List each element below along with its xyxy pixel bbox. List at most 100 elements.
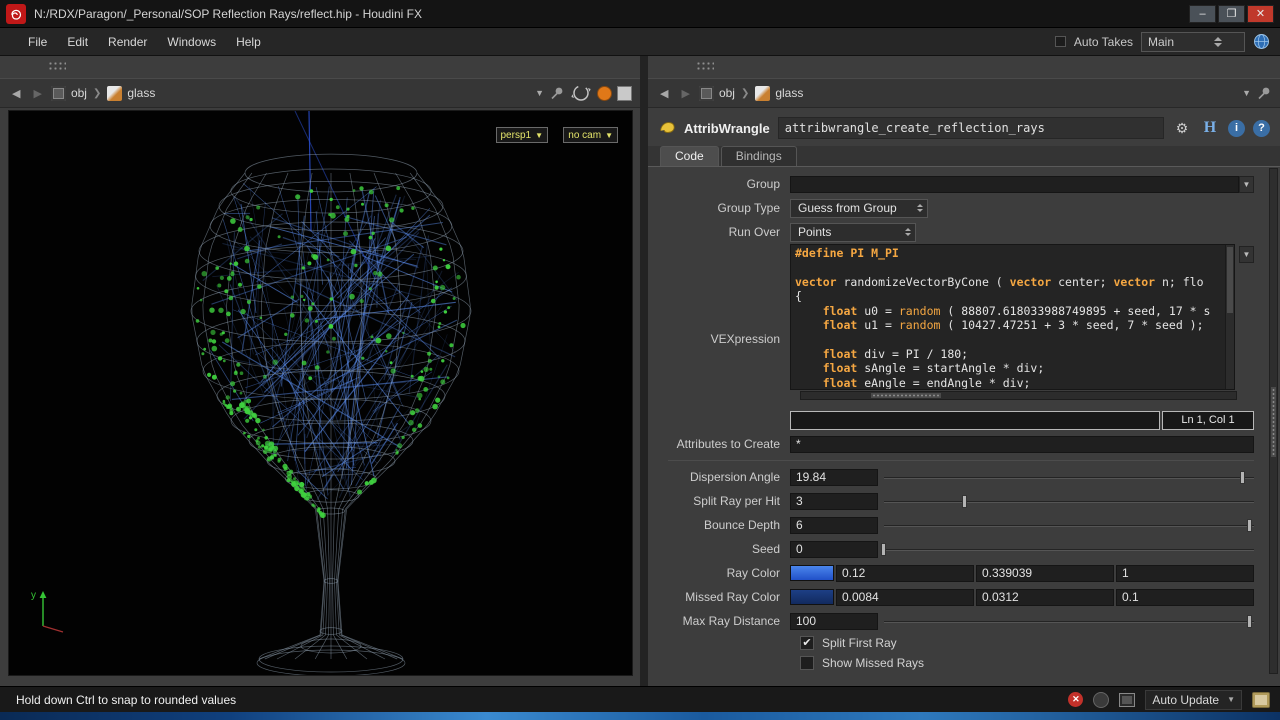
display-flag-icon[interactable] bbox=[617, 85, 632, 101]
vexpression-editor[interactable]: #define PI M_PI vector randomizeVectorBy… bbox=[790, 244, 1235, 390]
maximize-button[interactable]: ❐ bbox=[1218, 4, 1245, 23]
camera-orbit-icon[interactable] bbox=[570, 82, 592, 104]
bounce-depth-label: Bounce Depth bbox=[703, 518, 780, 532]
ray-color-r-input[interactable]: 0.12 bbox=[836, 564, 974, 582]
missed-ray-color-swatch[interactable] bbox=[790, 589, 834, 605]
obj-network-icon bbox=[50, 85, 66, 101]
slider-handle[interactable] bbox=[1247, 518, 1253, 532]
resource-monitor-icon[interactable] bbox=[1252, 691, 1270, 708]
breadcrumb-obj[interactable]: obj bbox=[71, 86, 87, 100]
bounce-depth-input[interactable]: 6 bbox=[790, 516, 878, 534]
wine-glass-wireframe: .wire { fill:none; stroke:#93a4b5; strok… bbox=[190, 111, 472, 675]
3d-viewport[interactable]: .wire { fill:none; stroke:#93a4b5; strok… bbox=[8, 110, 633, 676]
split-first-ray-checkbox[interactable]: ✔ bbox=[800, 636, 814, 650]
seed-label: Seed bbox=[751, 542, 780, 556]
camera-menu[interactable]: persp1 ▼ bbox=[495, 127, 548, 143]
menu-render[interactable]: Render bbox=[98, 31, 157, 53]
error-badge-icon[interactable]: ✕ bbox=[1068, 692, 1084, 707]
slider-handle[interactable] bbox=[1239, 470, 1245, 484]
menu-file[interactable]: File bbox=[18, 31, 57, 53]
minimize-button[interactable]: – bbox=[1189, 4, 1216, 23]
attributes-to-create-input[interactable]: * bbox=[790, 435, 1254, 453]
take-selector[interactable]: Main bbox=[1141, 31, 1245, 52]
breadcrumb-glass[interactable]: glass bbox=[127, 86, 155, 100]
max-ray-distance-slider[interactable] bbox=[884, 613, 1254, 630]
pane-handle[interactable] bbox=[696, 61, 714, 71]
slider-handle[interactable] bbox=[962, 494, 968, 508]
node-name-field[interactable]: attribwrangle_create_reflection_rays bbox=[777, 117, 1164, 139]
take-selector-value: Main bbox=[1148, 34, 1175, 49]
scrollbar-grip[interactable] bbox=[1271, 387, 1276, 457]
pin-icon[interactable] bbox=[549, 85, 565, 101]
group-dropdown-icon[interactable]: ▼ bbox=[1239, 175, 1254, 193]
network-editor-icon[interactable] bbox=[1119, 692, 1136, 707]
dispersion-angle-input[interactable]: 19.84 bbox=[790, 468, 878, 486]
max-ray-distance-input[interactable]: 100 bbox=[790, 612, 878, 630]
vexpression-expand-icon[interactable]: ▼ bbox=[1239, 246, 1254, 263]
forward-arrow-icon[interactable]: ▶ bbox=[677, 85, 693, 102]
tab-bindings[interactable]: Bindings bbox=[720, 146, 797, 166]
forward-arrow-icon[interactable]: ▶ bbox=[29, 85, 45, 102]
status-message: Hold down Ctrl to snap to rounded values bbox=[16, 692, 237, 707]
pane-handle[interactable] bbox=[48, 61, 66, 71]
dispersion-angle-slider[interactable] bbox=[884, 469, 1254, 486]
viewport-pane: ◀ ▶ obj ❯ glass ▼ .wire { fill:none; str… bbox=[0, 56, 640, 686]
path-dropdown-icon[interactable]: ▼ bbox=[1242, 88, 1251, 98]
vex-code[interactable]: #define PI M_PI vector randomizeVectorBy… bbox=[795, 246, 1224, 389]
viewport-toolbar: ◀ ▶ obj ❯ glass ▼ bbox=[0, 78, 640, 108]
seed-input[interactable]: 0 bbox=[790, 540, 878, 558]
breadcrumb-glass[interactable]: glass bbox=[775, 86, 803, 100]
bounce-depth-slider[interactable] bbox=[884, 517, 1254, 534]
slider-handle[interactable] bbox=[881, 542, 886, 556]
info-icon[interactable]: i bbox=[1228, 119, 1245, 137]
update-mode-select[interactable]: Auto Update ▼ bbox=[1145, 689, 1242, 710]
back-arrow-icon[interactable]: ◀ bbox=[8, 85, 24, 102]
back-arrow-icon[interactable]: ◀ bbox=[656, 85, 672, 102]
globe-icon[interactable] bbox=[1253, 33, 1270, 50]
titlebar: N:/RDX/Paragon/_Personal/SOP Reflection … bbox=[0, 0, 1280, 28]
code-vertical-scrollbar[interactable] bbox=[1225, 245, 1234, 389]
ray-color-swatch[interactable] bbox=[790, 565, 834, 581]
scrollbar-grip[interactable] bbox=[871, 393, 941, 398]
update-mode-value: Auto Update bbox=[1152, 692, 1220, 707]
slider-handle[interactable] bbox=[1247, 614, 1253, 628]
close-button[interactable]: ✕ bbox=[1247, 4, 1274, 23]
param-row-split-ray-per-hit: Split Ray per Hit 3 bbox=[658, 489, 1254, 513]
pane-divider[interactable] bbox=[640, 56, 648, 686]
gear-icon[interactable]: ⚙ bbox=[1172, 118, 1192, 138]
parameter-tabs: Code Bindings bbox=[648, 146, 1280, 167]
menu-edit[interactable]: Edit bbox=[57, 31, 98, 53]
message-bubble-icon[interactable] bbox=[1093, 691, 1110, 708]
missed-ray-color-r-input[interactable]: 0.0084 bbox=[836, 588, 974, 606]
param-row-dispersion-angle: Dispersion Angle 19.84 bbox=[658, 465, 1254, 489]
houdini-logo-icon[interactable]: H bbox=[1200, 118, 1220, 138]
pin-icon[interactable] bbox=[1256, 85, 1272, 101]
missed-ray-color-b-input[interactable]: 0.1 bbox=[1116, 588, 1254, 606]
path-dropdown-icon[interactable]: ▼ bbox=[535, 88, 544, 98]
help-icon[interactable]: ? bbox=[1253, 119, 1270, 137]
run-over-select[interactable]: Points bbox=[790, 222, 916, 242]
auto-takes-checkbox[interactable] bbox=[1054, 36, 1066, 47]
group-type-select[interactable]: Guess from Group bbox=[790, 198, 928, 218]
camera-link-menu[interactable]: no cam ▼ bbox=[563, 127, 618, 143]
render-flag-icon[interactable] bbox=[597, 85, 612, 101]
show-missed-rays-checkbox[interactable] bbox=[800, 656, 814, 670]
parameter-toolbar: ◀ ▶ obj ❯ glass ▼ bbox=[648, 78, 1280, 108]
run-over-label: Run Over bbox=[728, 225, 780, 239]
code-horizontal-scrollbar[interactable] bbox=[800, 391, 1237, 400]
group-input[interactable] bbox=[790, 175, 1239, 193]
windows-taskbar[interactable] bbox=[0, 712, 1280, 720]
missed-ray-color-g-input[interactable]: 0.0312 bbox=[976, 588, 1114, 606]
menu-help[interactable]: Help bbox=[226, 31, 271, 53]
take-selector-spinner-icon[interactable] bbox=[1214, 36, 1223, 47]
ray-color-b-input[interactable]: 1 bbox=[1116, 564, 1254, 582]
split-ray-per-hit-input[interactable]: 3 bbox=[790, 492, 878, 510]
snippet-search-field[interactable] bbox=[790, 410, 1160, 430]
seed-slider[interactable] bbox=[881, 541, 1254, 558]
breadcrumb-obj[interactable]: obj bbox=[719, 86, 735, 100]
menu-windows[interactable]: Windows bbox=[157, 31, 226, 53]
ray-color-g-input[interactable]: 0.339039 bbox=[976, 564, 1114, 582]
split-ray-per-hit-slider[interactable] bbox=[884, 493, 1254, 510]
parameter-scrollbar[interactable] bbox=[1269, 168, 1278, 674]
tab-code[interactable]: Code bbox=[660, 146, 719, 166]
